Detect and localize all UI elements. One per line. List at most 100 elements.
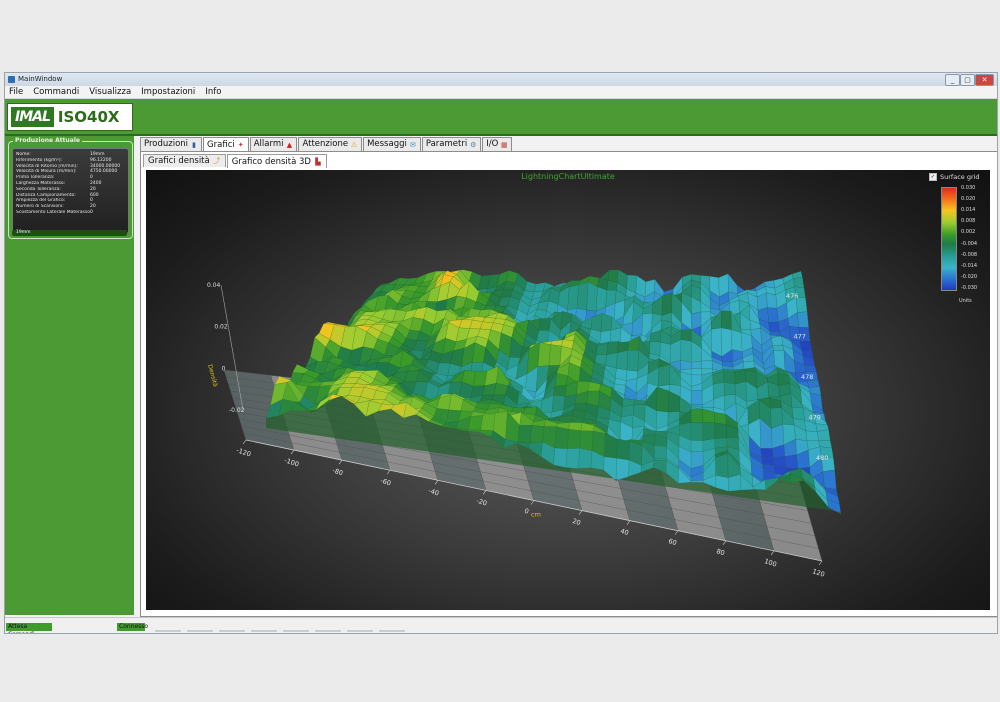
x-tick-label: 80 xyxy=(715,547,725,557)
menu-visualizza[interactable]: Visualizza xyxy=(88,86,132,98)
left-panel: Produzione Attuale Nome: 19mm Riferimento … xyxy=(5,136,134,615)
tab-parametri[interactable]: Parametri ⚙ xyxy=(421,137,482,151)
production-row-label: Scostamento Laterale Materasso: xyxy=(16,209,90,215)
surface-cell xyxy=(690,422,704,441)
color-legend: ✓ Surface grid 0.030 0.020 0.014 0.008 0.002… xyxy=(929,173,985,304)
x-tick-label: -80 xyxy=(331,466,344,477)
legend-tick: 0.008 xyxy=(961,218,976,225)
tab-page-grafici: Grafici densità ⤴ Grafico densità 3D ▙ Ligh… xyxy=(140,151,997,617)
maximize-button[interactable]: ▢ xyxy=(960,74,975,86)
message-icon: ✉ xyxy=(409,140,416,149)
surface-cell xyxy=(768,321,780,332)
tab-grafici[interactable]: Grafici ✦ xyxy=(203,137,249,152)
surface-cell xyxy=(658,364,670,387)
tab-produzioni[interactable]: Produzioni ▮ xyxy=(140,137,203,151)
surface-cell xyxy=(577,281,589,311)
surface-cell xyxy=(599,330,612,344)
x-tick-label: 100 xyxy=(763,557,777,568)
tab-label: Grafici xyxy=(207,139,235,150)
x-tick-label: -100 xyxy=(283,456,300,468)
surface-cell xyxy=(567,429,582,449)
tab-allarmi[interactable]: Allarmi ▲ xyxy=(249,137,298,151)
x-tick-label: 0 xyxy=(523,507,529,516)
surface-cell xyxy=(731,329,743,352)
y-tick-label: -0.02 xyxy=(229,407,245,414)
surface-cell xyxy=(714,412,727,425)
surface-cell xyxy=(714,437,728,449)
tab-label: Attenzione xyxy=(302,139,349,149)
tab-label: Allarmi xyxy=(253,139,284,149)
tab-messaggi[interactable]: Messaggi ✉ xyxy=(363,137,421,151)
legend-tick: 0.002 xyxy=(961,229,976,236)
x-tick-mark xyxy=(818,560,823,566)
surface-cell xyxy=(553,384,567,397)
surface-cell xyxy=(480,412,496,431)
x-tick-mark xyxy=(290,449,295,455)
surface-cell xyxy=(701,360,713,370)
surface-cell xyxy=(616,439,630,461)
production-row-value: 0 xyxy=(90,209,93,215)
production-title: Produzione Attuale xyxy=(13,137,82,144)
surface-cell xyxy=(702,422,715,441)
window-title: MainWindow xyxy=(18,75,63,83)
header-band: IMAL ISO40X xyxy=(5,99,997,136)
title-bar[interactable]: MainWindow _ ▢ ✕ xyxy=(5,73,997,86)
surface-cell xyxy=(538,318,551,331)
production-footer: 19mm xyxy=(12,230,127,236)
y-tick-label: 0.02 xyxy=(214,324,228,331)
status-commands: Attesa Comandi xyxy=(6,623,52,633)
surface-cell xyxy=(727,273,738,294)
surface-cell xyxy=(649,341,661,356)
status-segment xyxy=(187,630,213,632)
x-tick-mark xyxy=(626,520,631,525)
x-tick-mark xyxy=(386,470,391,475)
surface-cell xyxy=(772,344,785,351)
chart-3d-area[interactable]: LightningChartUltimate -120 -100 -80 -60 -40… xyxy=(146,170,990,610)
surface-cell xyxy=(565,448,580,469)
x-tick-label: -20 xyxy=(475,497,488,508)
subtab-label: Grafici densità xyxy=(148,156,210,166)
minimize-button[interactable]: _ xyxy=(945,74,960,86)
surface-cell xyxy=(567,284,579,311)
close-button[interactable]: ✕ xyxy=(975,74,994,86)
menu-info[interactable]: Info xyxy=(204,86,222,98)
x-tick-mark xyxy=(722,540,727,546)
surface-cell xyxy=(723,382,736,396)
surface-grid-label: Surface grid xyxy=(940,173,980,181)
surface-cell xyxy=(548,344,562,366)
x-tick-mark xyxy=(434,480,439,485)
tab-attenzione[interactable]: Attenzione ⚠ xyxy=(298,137,363,151)
z-tick-label: 480 xyxy=(816,454,828,462)
y-tick-label: 0.04 xyxy=(207,282,221,289)
menu-impostazioni[interactable]: Impostazioni xyxy=(140,86,196,98)
surface-cell xyxy=(805,430,819,442)
x-tick-mark xyxy=(770,550,775,556)
surface-cell xyxy=(654,445,667,459)
surface-cell xyxy=(822,469,837,490)
x-tick-label: 40 xyxy=(619,527,629,537)
surface-3d-chart[interactable]: -120 -100 -80 -60 -40 -20 0 20 40 60 80 100 120 cm 0.0… xyxy=(146,170,990,610)
surface-cell xyxy=(578,448,593,469)
subtab-grafici-densit-[interactable]: Grafici densità ⤴ xyxy=(143,154,226,167)
menu-commandi[interactable]: Commandi xyxy=(32,86,80,98)
tab-i-o[interactable]: I/O ▦ xyxy=(482,137,513,151)
subtab-grafico-densit-3d[interactable]: Grafico densità 3D ▙ xyxy=(226,154,327,168)
y-axis-label: Densità xyxy=(206,364,219,388)
menu-file[interactable]: File xyxy=(8,86,24,98)
surface-grid-checkbox[interactable]: ✓ xyxy=(929,173,937,181)
surface-cell xyxy=(691,368,703,376)
x-tick-mark xyxy=(242,439,247,445)
surface-cell xyxy=(609,327,622,344)
menu-bar: File Commandi Visualizza Impostazioni In… xyxy=(5,86,997,99)
tab-label: I/O xyxy=(486,139,499,149)
status-segment xyxy=(219,630,245,632)
tab-label: Parametri xyxy=(425,139,468,149)
surface-cell xyxy=(553,447,568,468)
status-segment xyxy=(283,630,309,632)
warning-icon: ⚠ xyxy=(350,140,358,149)
surface-cell xyxy=(680,339,692,363)
surface-cell xyxy=(714,422,727,439)
app-icon xyxy=(8,76,15,83)
surface-cell xyxy=(791,271,803,279)
z-tick-label: 479 xyxy=(809,414,821,422)
